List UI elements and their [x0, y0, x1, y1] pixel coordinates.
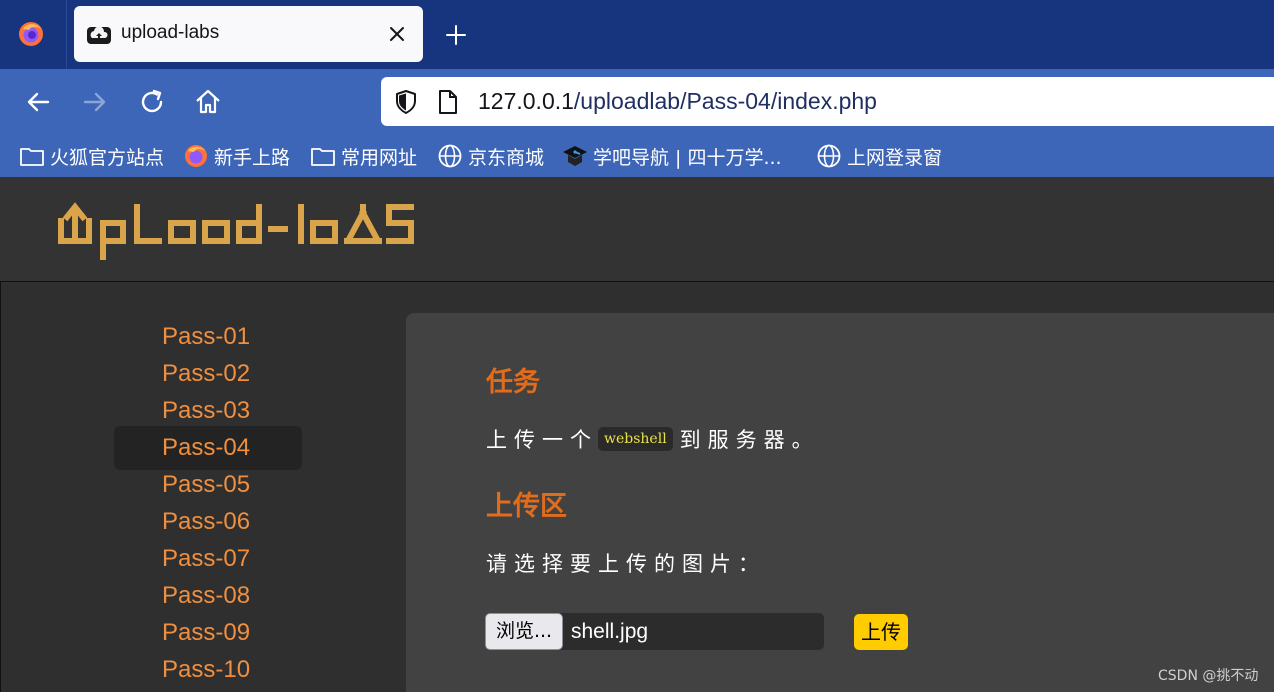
site-header: [0, 177, 1274, 281]
selected-file-name: shell.jpg: [571, 620, 649, 643]
bookmark-label: 学吧导航 | 四十万学...: [593, 146, 782, 169]
bookmark-xueba-nav[interactable]: 学吧导航 | 四十万学...: [562, 141, 782, 171]
pass-sidebar: Pass-01 Pass-02 Pass-03 Pass-04 Pass-05 …: [114, 318, 302, 688]
bookmark-login-window[interactable]: 上网登录窗: [816, 141, 942, 171]
sidebar-item-pass-07[interactable]: Pass-07: [114, 540, 302, 577]
page-info-icon[interactable]: [437, 89, 459, 115]
active-tab[interactable]: upload-labs: [74, 6, 423, 62]
task-panel: 任务 上传一个 webshell 到服务器。 上传区 请选择要上传的图片： 浏览…: [406, 313, 1274, 692]
bookmark-label: 新手上路: [214, 146, 291, 169]
task-heading: 任务: [486, 367, 540, 398]
new-tab-plus-icon[interactable]: [442, 21, 470, 49]
cloud-upload-icon: [87, 26, 111, 44]
csdn-watermark: CSDN @挑不动: [1158, 668, 1259, 684]
sidebar-item-pass-08[interactable]: Pass-08: [114, 577, 302, 614]
firefox-icon[interactable]: [17, 20, 45, 48]
bookmark-label: 京东商城: [468, 146, 545, 169]
shield-icon[interactable]: [393, 89, 419, 115]
bookmark-getting-started[interactable]: 新手上路: [183, 141, 290, 171]
folder-icon: [311, 148, 335, 166]
navigation-toolbar: 127.0.0.1/uploadlab/Pass-04/index.php: [0, 69, 1274, 134]
upload-heading: 上传区: [486, 491, 567, 522]
tab-separator: [66, 0, 67, 69]
bookmark-common-sites[interactable]: 常用网址: [310, 141, 417, 171]
tab-bar: upload-labs: [0, 0, 1274, 69]
url-text[interactable]: 127.0.0.1/uploadlab/Pass-04/index.php: [478, 88, 877, 115]
url-path: /uploadlab/Pass-04/index.php: [573, 88, 877, 114]
upload-labs-logo[interactable]: [57, 199, 417, 261]
bookmark-jd-mall[interactable]: 京东商城: [437, 141, 544, 171]
back-arrow-icon[interactable]: [23, 87, 53, 117]
globe-icon: [438, 144, 462, 168]
sidebar-item-pass-03[interactable]: Pass-03: [114, 392, 302, 429]
globe-icon: [817, 144, 841, 168]
address-bar[interactable]: 127.0.0.1/uploadlab/Pass-04/index.php: [381, 77, 1274, 126]
file-input[interactable]: 浏览... shell.jpg: [485, 613, 824, 650]
sidebar-item-pass-09[interactable]: Pass-09: [114, 614, 302, 651]
bookmark-firefox-official[interactable]: 火狐官方站点: [19, 141, 164, 171]
upload-submit-button[interactable]: 上传: [854, 614, 908, 650]
sidebar-item-pass-06[interactable]: Pass-06: [114, 503, 302, 540]
bookmarks-toolbar: 火狐官方站点 新手上路 常用网址 京东商城 学吧导航 | 四十万学... 上网登…: [0, 134, 1274, 177]
tab-title: upload-labs: [121, 22, 220, 43]
sidebar-item-pass-05[interactable]: Pass-05: [114, 466, 302, 503]
sidebar-item-pass-01[interactable]: Pass-01: [114, 318, 302, 355]
reload-icon[interactable]: [137, 87, 167, 117]
bookmark-label: 常用网址: [341, 146, 418, 169]
url-host: 127.0.0.1: [478, 88, 574, 114]
sidebar-item-pass-04[interactable]: Pass-04: [114, 426, 302, 470]
webshell-code: webshell: [598, 427, 673, 451]
bookmark-label: 火狐官方站点: [50, 146, 165, 169]
task-text-before: 上传一个: [486, 428, 598, 452]
home-icon[interactable]: [193, 87, 223, 117]
task-text-after: 到服务器。: [679, 428, 820, 452]
folder-icon: [20, 148, 44, 166]
bookmark-label: 上网登录窗: [847, 146, 943, 169]
sidebar-item-pass-10[interactable]: Pass-10: [114, 651, 302, 688]
browse-button[interactable]: 浏览...: [485, 613, 563, 650]
firefox-icon: [185, 145, 207, 167]
sidebar-item-pass-02[interactable]: Pass-02: [114, 355, 302, 392]
forward-arrow-icon[interactable]: [80, 87, 110, 117]
graduation-cap-icon: [563, 146, 587, 166]
upload-prompt: 请选择要上传的图片：: [486, 552, 766, 576]
task-description: 上传一个 webshell 到服务器。: [486, 424, 820, 454]
close-icon[interactable]: [385, 22, 409, 46]
